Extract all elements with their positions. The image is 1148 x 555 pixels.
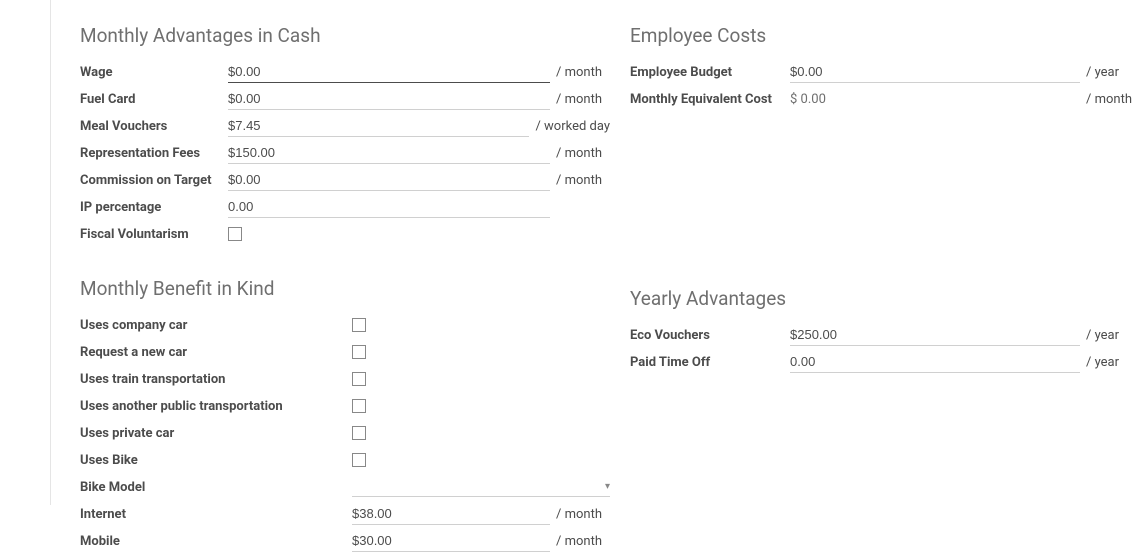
input-meal[interactable] xyxy=(228,118,529,133)
checkbox-private[interactable] xyxy=(352,426,366,440)
input-mobile[interactable] xyxy=(352,533,550,548)
row-fiscal: Fiscal Voluntarism xyxy=(80,221,610,247)
checkbox-company-car[interactable] xyxy=(352,318,366,332)
label-mobile: Mobile xyxy=(80,534,352,549)
checkbox-new-car[interactable] xyxy=(352,345,366,359)
row-eco: Eco Vouchers / year xyxy=(630,322,1140,348)
section-title-cash: Monthly Advantages in Cash xyxy=(80,24,610,47)
section-employee-costs: Employee Costs Employee Budget / year Mo… xyxy=(630,24,1140,112)
input-fuel-wrap xyxy=(228,89,550,110)
section-monthly-cash: Monthly Advantages in Cash Wage / month … xyxy=(80,24,610,247)
main-container: Monthly Advantages in Cash Wage / month … xyxy=(50,20,1148,555)
row-bike: Uses Bike xyxy=(80,447,610,473)
input-eco-wrap xyxy=(790,325,1080,346)
input-wage[interactable] xyxy=(228,64,550,79)
row-ip: IP percentage xyxy=(80,194,610,220)
label-public: Uses another public transportation xyxy=(80,399,352,414)
checkbox-public[interactable] xyxy=(352,399,366,413)
row-repfees: Representation Fees / month xyxy=(80,140,610,166)
input-ip[interactable] xyxy=(228,199,550,214)
dropdown-bike-model[interactable]: ▾ xyxy=(352,477,610,497)
label-fiscal: Fiscal Voluntarism xyxy=(80,227,228,242)
checkbox-fiscal[interactable] xyxy=(228,227,242,241)
row-fuel: Fuel Card / month xyxy=(80,86,610,112)
sidebar-divider xyxy=(50,0,51,505)
row-meal: Meal Vouchers / worked day xyxy=(80,113,610,139)
input-pto[interactable] xyxy=(790,354,1080,369)
row-budget: Employee Budget / year xyxy=(630,59,1140,85)
input-internet[interactable] xyxy=(352,506,550,521)
row-private: Uses private car xyxy=(80,420,610,446)
suffix-meal: / worked day xyxy=(529,119,610,134)
suffix-ip xyxy=(550,200,610,215)
suffix-wage: / month xyxy=(550,65,610,80)
suffix-fuel: / month xyxy=(550,92,610,107)
row-monthly-cost: Monthly Equivalent Cost $ 0.00 / month xyxy=(630,86,1140,112)
input-budget[interactable] xyxy=(790,64,1080,79)
input-ip-wrap xyxy=(228,197,550,218)
label-bike-model: Bike Model xyxy=(80,480,352,495)
label-ip: IP percentage xyxy=(80,200,228,215)
suffix-internet: / month xyxy=(550,507,610,522)
row-train: Uses train transportation xyxy=(80,366,610,392)
input-internet-wrap xyxy=(352,504,550,525)
row-wage: Wage / month xyxy=(80,59,610,85)
value-monthly-cost: $ 0.00 xyxy=(790,90,1080,109)
input-mobile-wrap xyxy=(352,531,550,552)
input-budget-wrap xyxy=(790,62,1080,83)
dropdown-bike-model-value xyxy=(352,479,355,494)
row-public: Uses another public transportation xyxy=(80,393,610,419)
section-title-costs: Employee Costs xyxy=(630,24,1140,47)
suffix-pto: / year xyxy=(1080,355,1140,370)
input-wage-wrap xyxy=(228,62,550,83)
input-meal-wrap xyxy=(228,116,529,137)
suffix-eco: / year xyxy=(1080,328,1140,343)
row-company-car: Uses company car xyxy=(80,312,610,338)
label-private: Uses private car xyxy=(80,426,352,441)
suffix-commission: / month xyxy=(550,173,610,188)
input-pto-wrap xyxy=(790,352,1080,373)
row-bike-model: Bike Model ▾ xyxy=(80,474,610,500)
input-commission[interactable] xyxy=(228,172,550,187)
label-bike: Uses Bike xyxy=(80,453,352,468)
input-commission-wrap xyxy=(228,170,550,191)
label-commission: Commission on Target xyxy=(80,173,228,188)
label-internet: Internet xyxy=(80,507,352,522)
label-meal: Meal Vouchers xyxy=(80,119,228,134)
row-new-car: Request a new car xyxy=(80,339,610,365)
section-bik: Monthly Benefit in Kind Uses company car… xyxy=(80,277,610,554)
right-column: Employee Costs Employee Budget / year Mo… xyxy=(610,20,1140,555)
row-pto: Paid Time Off / year xyxy=(630,349,1140,375)
label-wage: Wage xyxy=(80,65,228,80)
row-commission: Commission on Target / month xyxy=(80,167,610,193)
label-repfees: Representation Fees xyxy=(80,146,228,161)
input-fuel[interactable] xyxy=(228,91,550,106)
label-train: Uses train transportation xyxy=(80,372,352,387)
left-column: Monthly Advantages in Cash Wage / month … xyxy=(80,20,610,555)
section-yearly: Yearly Advantages Eco Vouchers / year Pa… xyxy=(630,287,1140,375)
label-company-car: Uses company car xyxy=(80,318,352,333)
input-repfees[interactable] xyxy=(228,145,550,160)
label-pto: Paid Time Off xyxy=(630,355,790,370)
suffix-budget: / year xyxy=(1080,65,1140,80)
suffix-repfees: / month xyxy=(550,146,610,161)
input-eco[interactable] xyxy=(790,327,1080,342)
section-title-yearly: Yearly Advantages xyxy=(630,287,1140,310)
checkbox-train[interactable] xyxy=(352,372,366,386)
label-eco: Eco Vouchers xyxy=(630,328,790,343)
checkbox-bike[interactable] xyxy=(352,453,366,467)
label-budget: Employee Budget xyxy=(630,65,790,80)
suffix-monthly-cost: / month xyxy=(1080,92,1140,107)
suffix-mobile: / month xyxy=(550,534,610,549)
row-mobile: Mobile / month xyxy=(80,528,610,554)
label-fuel: Fuel Card xyxy=(80,92,228,107)
label-monthly-cost: Monthly Equivalent Cost xyxy=(630,92,790,107)
section-title-bik: Monthly Benefit in Kind xyxy=(80,277,610,300)
input-repfees-wrap xyxy=(228,143,550,164)
label-new-car: Request a new car xyxy=(80,345,352,360)
